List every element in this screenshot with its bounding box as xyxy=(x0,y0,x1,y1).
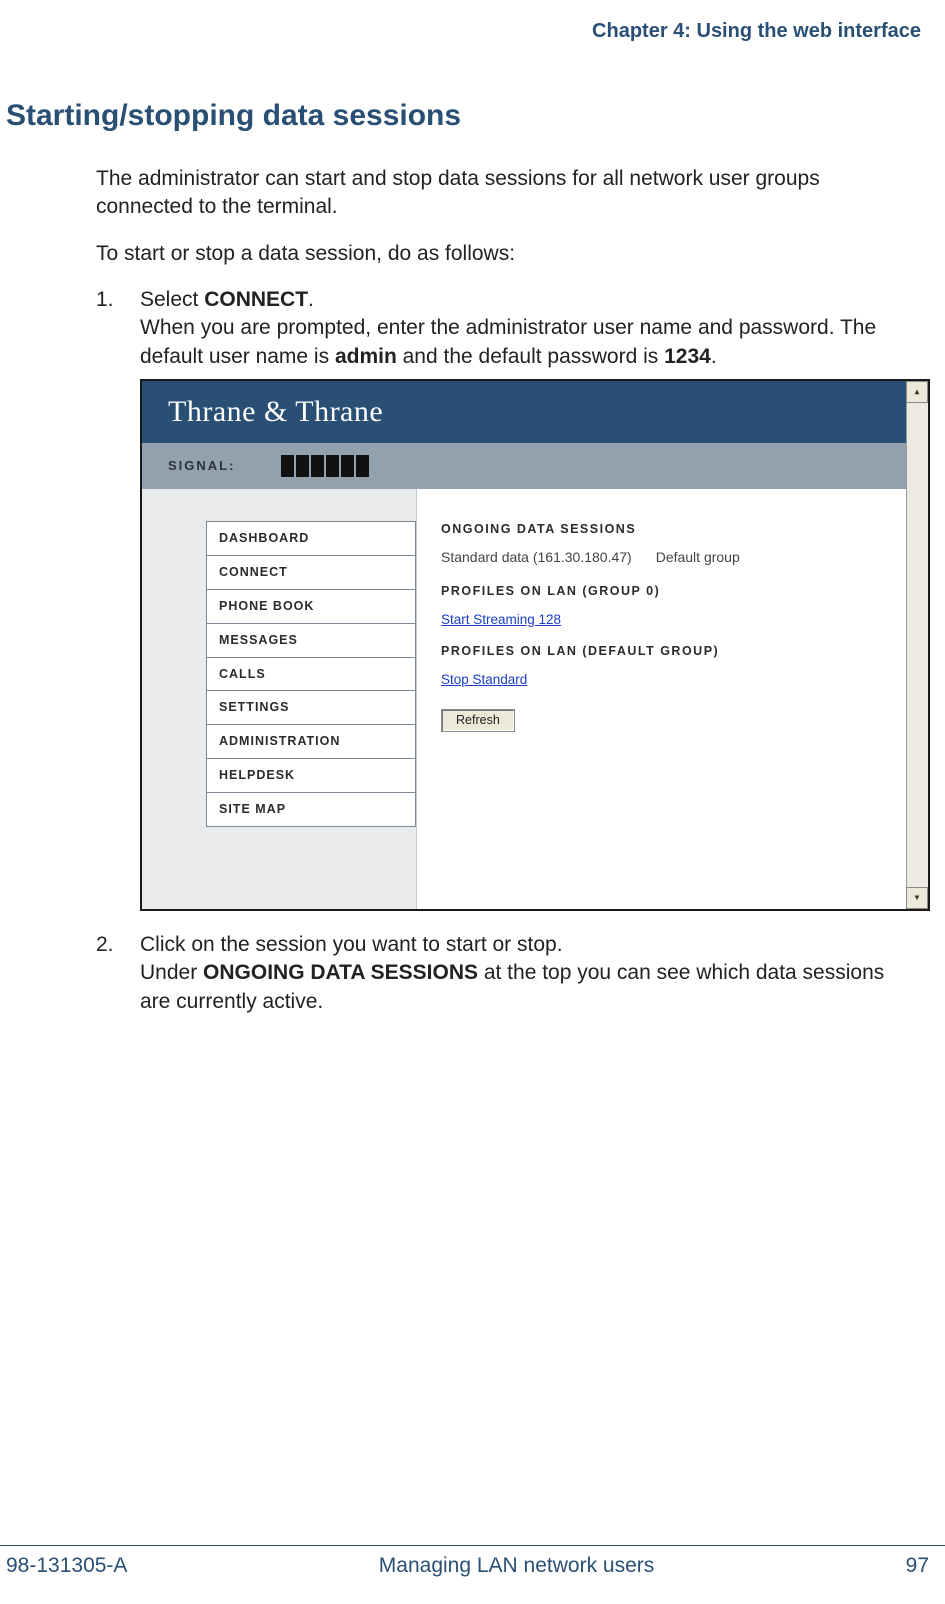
lead-paragraph: To start or stop a data session, do as f… xyxy=(96,240,899,268)
heading-profiles-default: PROFILES ON LAN (DEFAULT GROUP) xyxy=(441,643,884,660)
step-1-text-a: Select xyxy=(140,288,204,311)
nav-messages[interactable]: MESSAGES xyxy=(206,623,416,657)
heading-profiles-group0: PROFILES ON LAN (GROUP 0) xyxy=(441,583,884,600)
step-1-admin: admin xyxy=(335,345,397,368)
nav-menu: DASHBOARD CONNECT PHONE BOOK MESSAGES CA… xyxy=(206,489,416,909)
nav-administration[interactable]: ADMINISTRATION xyxy=(206,724,416,758)
step-2-ongoing: ONGOING DATA SESSIONS xyxy=(203,961,478,984)
nav-dashboard[interactable]: DASHBOARD xyxy=(206,521,416,555)
step-1-password: 1234 xyxy=(664,345,711,368)
signal-strength-icon xyxy=(281,455,369,477)
step-1: 1. Select CONNECT. When you are prompted… xyxy=(96,286,899,911)
standard-data-group: Default group xyxy=(656,548,740,567)
footer-page-number: 97 xyxy=(906,1554,929,1578)
step-2-text-b: Under xyxy=(140,961,203,984)
step-1-connect: CONNECT xyxy=(204,288,308,311)
refresh-button[interactable]: Refresh xyxy=(441,709,515,732)
step-2-number: 2. xyxy=(96,931,114,959)
nav-helpdesk[interactable]: HELPDESK xyxy=(206,758,416,792)
standard-data-value: Standard data (161.30.180.47) xyxy=(441,548,632,567)
nav-phone-book[interactable]: PHONE BOOK xyxy=(206,589,416,623)
signal-bar: SIGNAL: xyxy=(142,443,906,489)
heading-ongoing-sessions: ONGOING DATA SESSIONS xyxy=(441,521,884,538)
footer-doc-id: 98-131305-A xyxy=(6,1554,127,1578)
link-start-streaming[interactable]: Start Streaming 128 xyxy=(441,611,561,629)
nav-site-map[interactable]: SITE MAP xyxy=(206,792,416,827)
content-panel: ONGOING DATA SESSIONS Standard data (161… xyxy=(416,489,906,909)
step-1-number: 1. xyxy=(96,286,114,314)
step-2-text-a: Click on the session you want to start o… xyxy=(140,933,563,956)
step-1-follow-c: and the default password is xyxy=(397,345,664,368)
footer-title: Managing LAN network users xyxy=(379,1554,654,1578)
nav-settings[interactable]: SETTINGS xyxy=(206,690,416,724)
brand-bar: Thrane & Thrane xyxy=(142,381,906,443)
step-2: 2. Click on the session you want to star… xyxy=(96,931,899,1016)
chapter-header: Chapter 4: Using the web interface xyxy=(6,20,929,43)
link-stop-standard[interactable]: Stop Standard xyxy=(441,671,527,689)
scrollbar-track[interactable]: ▴ ▾ xyxy=(906,381,928,909)
left-gutter xyxy=(142,489,206,909)
scroll-down-button[interactable]: ▾ xyxy=(906,887,928,909)
nav-calls[interactable]: CALLS xyxy=(206,657,416,691)
nav-connect[interactable]: CONNECT xyxy=(206,555,416,589)
step-1-follow-e: . xyxy=(711,345,717,368)
intro-paragraph: The administrator can start and stop dat… xyxy=(96,165,899,222)
screenshot-panel: ▴ ▾ Thrane & Thrane SIGNAL: DASHBOAR xyxy=(140,379,930,911)
section-title: Starting/stopping data sessions xyxy=(6,99,929,133)
signal-label: SIGNAL: xyxy=(168,457,235,475)
step-1-text-c: . xyxy=(308,288,314,311)
scroll-up-button[interactable]: ▴ xyxy=(906,381,928,403)
page-footer: 98-131305-A Managing LAN network users 9… xyxy=(0,1545,945,1578)
